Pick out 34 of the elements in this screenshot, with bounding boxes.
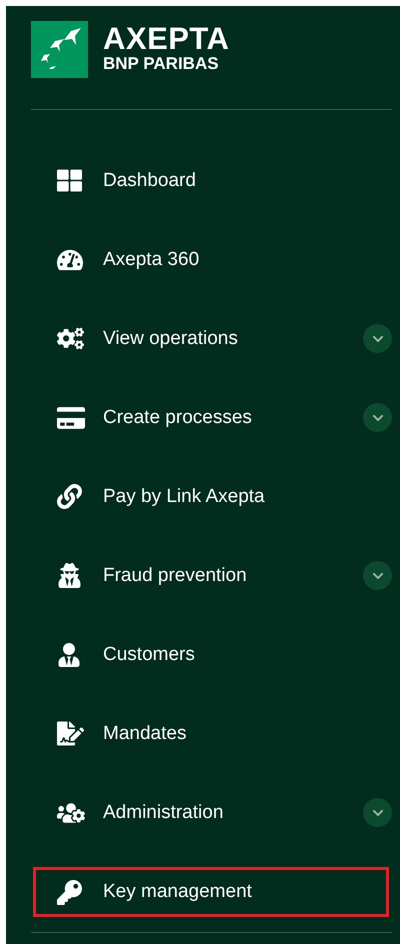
menu-item[interactable]: Create processes [31, 378, 392, 457]
person-icon [57, 642, 81, 666]
brand-name: AXEPTA [103, 24, 230, 54]
menu-item[interactable]: Pay by Link Axepta [31, 457, 392, 536]
link-icon [57, 484, 82, 509]
logo-icon [31, 20, 88, 78]
expand-button[interactable] [363, 403, 392, 432]
menu-label: Administration [103, 802, 224, 824]
menu-label: Mandates [103, 722, 188, 744]
expand-button[interactable] [363, 561, 392, 590]
menu-label: Pay by Link Axepta [103, 486, 266, 508]
menu-label: Create processes [103, 406, 253, 428]
menu-label: Dashboard [103, 170, 197, 192]
menu-item[interactable]: Administration [31, 773, 392, 852]
masked-person-icon [57, 563, 82, 588]
key-icon [57, 880, 82, 904]
menu-label: Customers [103, 644, 196, 666]
document-pen-icon [57, 720, 84, 747]
menu-item[interactable]: Fraud prevention [31, 536, 392, 615]
menu-label: View operations [103, 328, 239, 350]
menu-item[interactable]: Customers [31, 615, 392, 694]
gears-icon [57, 325, 84, 352]
menu-item[interactable]: Dashboard [31, 141, 392, 220]
highlighted-menu-item[interactable]: Key management [33, 867, 389, 917]
grid-icon [57, 168, 82, 193]
menu-label: Fraud prevention [103, 564, 248, 586]
expand-button[interactable] [363, 798, 392, 827]
expand-button[interactable] [363, 324, 392, 353]
menu-item[interactable]: Mandates [31, 694, 392, 773]
brand-subtitle: BNP PARIBAS [103, 54, 220, 74]
menu-label: Axepta 360 [103, 248, 200, 270]
menu-item[interactable]: View operations [31, 299, 392, 378]
menu-item[interactable]: Axepta 360 [31, 220, 392, 299]
menu-label: Key management [103, 881, 253, 903]
